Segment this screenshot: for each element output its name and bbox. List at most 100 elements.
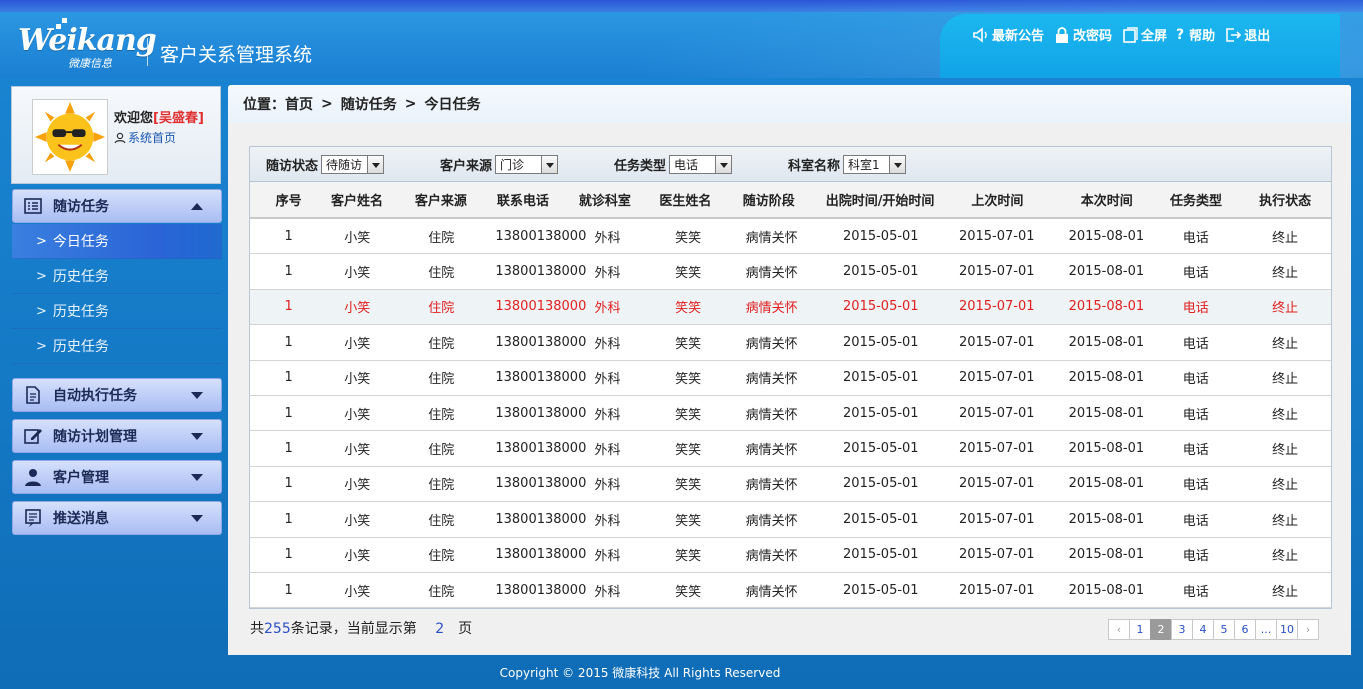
table-cell: 2015-07-01	[958, 441, 1035, 457]
table-cell: 13800138000	[495, 264, 587, 280]
record-summary: 共255条记录，当前显示第 2页	[250, 618, 472, 638]
table-cell: 1	[284, 264, 293, 280]
page-button[interactable]: ...	[1255, 619, 1277, 640]
header-divider	[147, 38, 148, 66]
table-row[interactable]: 1 小笑 住院 13800138000 外科 笑笑 病情关怀 2015-05-01 2015-0…	[250, 538, 1331, 573]
page-button[interactable]: 10	[1276, 619, 1298, 640]
breadcrumb-followup-tasks[interactable]: 随访任务	[341, 94, 397, 114]
table-row[interactable]: 1 小笑 住院 13800138000 外科 笑笑 病情关怀 2015-05-01 2015-0…	[250, 502, 1331, 538]
table-cell: 住院	[428, 549, 455, 565]
announcement-button[interactable]: 最新公告	[972, 25, 1044, 44]
table-row[interactable]: 1 小笑 住院 13800138000 外科 笑笑 病情关怀 2015-05-01 2015-0…	[250, 361, 1331, 396]
page-button[interactable]: 2	[1150, 619, 1172, 640]
table-cell: 2015-08-01	[1068, 582, 1145, 598]
table-cell: 2015-05-01	[843, 405, 919, 421]
submenu-label: 历史任务	[52, 269, 109, 285]
select-value: 门诊	[500, 158, 525, 172]
page-button[interactable]: 6	[1234, 619, 1256, 640]
table-row[interactable]: 1 小笑 住院 13800138000 外科 笑笑 病情关怀 2015-05-01 2015-0…	[250, 467, 1331, 503]
table-cell: 1	[284, 405, 293, 421]
table-cell: 外科	[594, 478, 621, 494]
home-link[interactable]: 系统首页	[114, 129, 176, 146]
followup-status-select[interactable]: 待随访	[321, 155, 385, 174]
menu-customer-management-label: 客户管理	[53, 470, 109, 486]
filter-followup-status: 随访状态 待随访	[266, 155, 385, 174]
logo-sub: 微康信息	[68, 57, 112, 70]
username: [吴盛春]	[153, 111, 204, 126]
table-cell: 2015-08-01	[1068, 264, 1145, 280]
table-cell: 终止	[1272, 336, 1299, 352]
page-button[interactable]: 3	[1171, 619, 1193, 640]
prev-page-button[interactable]: ‹	[1108, 619, 1130, 640]
table-row[interactable]: 1 小笑 住院 13800138000 外科 笑笑 病情关怀 2015-05-01 2015-0…	[250, 573, 1331, 609]
edit-icon	[24, 429, 42, 444]
filter-task-type: 任务类型 电话	[614, 155, 733, 174]
chevron-right-icon: >	[321, 96, 333, 112]
menu-followup-tasks[interactable]: 随访任务	[12, 189, 222, 223]
table-cell: 2015-08-01	[1068, 334, 1145, 350]
main-panel: 位置： 首页 > 随访任务 > 今日任务 随访状态 待随访 客户来源 门诊 任务…	[228, 85, 1351, 655]
filter-customer-source: 客户来源 门诊	[440, 155, 559, 174]
pagination: ‹ 1 2 3 4 5 6... 10 ›	[1108, 619, 1319, 640]
table-row[interactable]: 1 小笑 住院 13800138000 外科 笑笑 病情关怀 2015-05-01 2015-0…	[250, 396, 1331, 432]
table-cell: 小笑	[344, 336, 371, 352]
page-button[interactable]: 5	[1213, 619, 1235, 640]
logout-button[interactable]: 退出	[1224, 25, 1270, 44]
fullscreen-label: 全屏	[1141, 29, 1168, 44]
table-cell: 13800138000	[495, 511, 587, 527]
fullscreen-button[interactable]: 全屏	[1121, 25, 1167, 44]
menu-auto-tasks[interactable]: 自动执行任务	[12, 378, 222, 412]
table-row[interactable]: 1 小笑 住院 13800138000 外科 笑笑 病情关怀 2015-05-01 2015-0…	[250, 219, 1331, 255]
list-icon	[24, 198, 42, 214]
page-button[interactable]: 1	[1129, 619, 1151, 640]
table-row[interactable]: 1 小笑 住院 13800138000 外科 笑笑 病情关怀 2015-05-01 2015-0…	[250, 254, 1331, 290]
table-cell: 终止	[1272, 443, 1299, 459]
column-header: 联系电话	[496, 194, 549, 209]
table-cell: 13800138000	[495, 405, 587, 421]
menu-push-messages[interactable]: 推送消息	[12, 501, 222, 535]
menu-followup-plan[interactable]: 随访计划管理	[12, 419, 222, 453]
column-header: 任务类型	[1169, 194, 1222, 209]
select-value: 电话	[674, 158, 699, 172]
customer-source-select[interactable]: 门诊	[495, 155, 559, 174]
help-button[interactable]: ? 帮助	[1176, 25, 1215, 45]
chevron-right-icon: >	[36, 338, 47, 354]
welcome-label: 欢迎您	[114, 111, 154, 126]
table-cell: 2015-05-01	[843, 228, 919, 244]
table-cell: 外科	[594, 513, 621, 529]
announcement-label: 最新公告	[992, 29, 1045, 44]
filter-label: 科室名称	[788, 159, 841, 174]
table-cell: 2015-07-01	[958, 299, 1035, 315]
table-cell: 小笑	[344, 443, 371, 459]
task-type-select[interactable]: 电话	[669, 155, 733, 174]
table-cell: 笑笑	[675, 513, 702, 529]
department-select[interactable]: 科室1	[843, 155, 907, 174]
table-cell: 2015-08-01	[1068, 511, 1145, 527]
submenu-history-tasks[interactable]: > 历史任务	[12, 259, 222, 294]
table-cell: 终止	[1272, 372, 1299, 388]
chevron-down-icon	[191, 515, 203, 522]
next-page-button[interactable]: ›	[1297, 619, 1319, 640]
table-cell: 病情关怀	[745, 372, 798, 388]
change-password-button[interactable]: 改密码	[1053, 25, 1112, 44]
submenu-history-tasks[interactable]: > 历史任务	[12, 329, 222, 364]
table-cell: 2015-05-01	[843, 476, 919, 492]
table-row[interactable]: 1 小笑 住院 13800138000 外科 笑笑 病情关怀 2015-05-01 2015-0…	[250, 325, 1331, 361]
table-cell: 外科	[594, 549, 621, 565]
tasks-table: 序号 客户姓名 客户来源 联系电话 就诊科室 医生姓名 随访阶段 出院时间/开始时间 上次时间 本…	[249, 182, 1332, 609]
breadcrumb-home[interactable]: 首页	[285, 94, 313, 114]
submenu-history-tasks[interactable]: > 历史任务	[12, 294, 222, 329]
table-cell: 13800138000	[495, 334, 587, 350]
total-count: 255	[264, 621, 291, 637]
table-cell: 笑笑	[675, 230, 702, 246]
page-button[interactable]: 4	[1192, 619, 1214, 640]
table-cell: 终止	[1272, 513, 1299, 529]
table-cell: 小笑	[344, 549, 371, 565]
menu-customer-management[interactable]: 客户管理	[12, 460, 222, 494]
table-row[interactable]: 1 小笑 住院 13800138000 外科 笑笑 病情关怀 2015-05-01 2015-0…	[250, 431, 1331, 467]
summary-prefix: 共	[250, 621, 264, 637]
submenu-today-tasks[interactable]: > 今日任务	[12, 224, 222, 259]
table-row[interactable]: 1 小笑 住院 13800138000 外科 笑笑 病情关怀 2015-05-01 2015-0…	[250, 289, 1331, 326]
table-cell: 病情关怀	[745, 301, 798, 317]
user-panel: 欢迎您[吴盛春] 系统首页	[11, 86, 221, 184]
